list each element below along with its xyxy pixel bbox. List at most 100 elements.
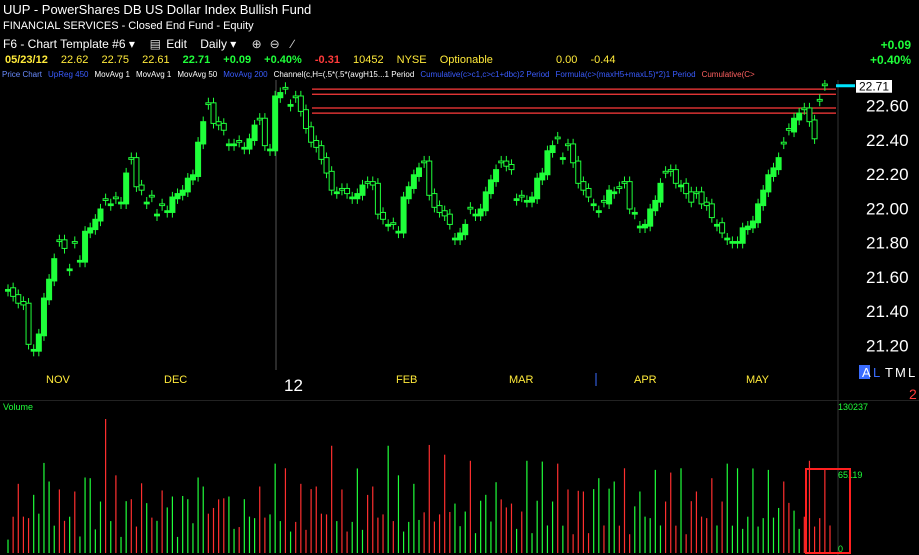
candle-body — [56, 239, 63, 243]
study-label[interactable]: MovAvg 1 — [95, 70, 130, 79]
candle-body — [611, 191, 618, 195]
draw-tool-icon[interactable]: ∕ — [286, 35, 300, 53]
candle-body — [231, 143, 238, 147]
quote-bar: 05/23/12 22.62 22.75 22.61 22.71 +0.09 +… — [0, 53, 919, 68]
candle-body — [657, 182, 664, 203]
candle-body — [713, 223, 720, 227]
candle-body — [595, 210, 602, 213]
candle-body — [102, 198, 109, 201]
month-label: MAY — [746, 374, 770, 386]
candle-body — [107, 203, 114, 207]
candle-body — [138, 184, 145, 191]
study-label[interactable]: Cumulative(C> — [702, 70, 755, 79]
study-label[interactable]: MovAvg 200 — [223, 70, 267, 79]
candle-body — [46, 278, 53, 301]
study-label[interactable]: MovAvg 1 — [136, 70, 171, 79]
candle-body — [374, 182, 381, 215]
candle-body — [821, 83, 828, 87]
candle-body — [467, 206, 474, 210]
candle-body — [503, 160, 510, 167]
month-label: MAR — [509, 374, 534, 386]
template-selector[interactable]: F6 - Chart Template #6 ▾ — [3, 35, 135, 53]
candle-body — [529, 196, 536, 203]
edit-button[interactable]: ▤ Edit — [148, 35, 187, 53]
candle-body — [241, 146, 248, 150]
candle-body — [308, 126, 315, 143]
quote-neg: -0.31 — [314, 54, 340, 66]
zoom-in-icon[interactable]: ⊕ — [250, 35, 264, 53]
candle-body — [15, 294, 22, 304]
candle-body — [693, 191, 700, 195]
candle-body — [559, 157, 566, 160]
study-label[interactable]: Price Chart — [2, 70, 42, 79]
zoom-controls: ⊕ ⊖ ∕ — [250, 35, 304, 53]
candle-body — [636, 225, 643, 229]
volume-chart[interactable]: Volume 130237651190 — [0, 400, 919, 555]
candle-body — [451, 237, 458, 241]
candle-body — [210, 102, 217, 124]
candle-body — [678, 184, 685, 188]
study-label[interactable]: Formula(c>(maxH5+maxL5)*2)1 Period — [556, 70, 696, 79]
study-label[interactable]: Channel(c,H=(.5*(.5*(avgH15...1 Period — [274, 70, 415, 79]
chevron-down-icon: ▾ — [128, 37, 135, 51]
candle-body — [76, 259, 83, 263]
candle-body — [760, 189, 767, 207]
m-letter[interactable]: M — [895, 365, 906, 380]
candle-body — [313, 140, 320, 148]
quote-open: 22.62 — [60, 54, 89, 66]
price-axis-label: 22.60 — [866, 97, 909, 116]
quote-change: +0.09 — [223, 54, 252, 66]
candle-body — [477, 208, 484, 217]
candle-body — [698, 191, 705, 205]
candle-body — [801, 107, 808, 111]
candle-body — [123, 172, 130, 205]
candle-body — [118, 201, 125, 205]
candle-body — [112, 196, 119, 200]
candle-body — [811, 119, 818, 140]
study-label[interactable]: UpReg 450 — [48, 70, 88, 79]
candle-body — [153, 213, 160, 217]
candle-body — [215, 121, 222, 126]
candle-body — [5, 289, 11, 292]
a-letter[interactable]: A — [862, 365, 871, 380]
quote-v2: -0.44 — [590, 54, 616, 66]
candle-body — [195, 141, 202, 177]
candle-body — [791, 117, 798, 133]
t-letter[interactable]: T — [885, 365, 893, 380]
quote-pct: +0.40% — [264, 54, 302, 66]
candle-body — [169, 196, 176, 213]
candle-body — [765, 174, 772, 193]
study-label[interactable]: Cumulative(c>c1,c>c1+dbc)2 Period — [420, 70, 549, 79]
candle-body — [261, 117, 268, 147]
l2-letter[interactable]: L — [908, 365, 915, 380]
candle-body — [703, 201, 710, 207]
candle-body — [236, 140, 243, 143]
price-chart[interactable]: 22.60 22.40 22.20 22.00 21.80 21.60 21.40 21.20… — [0, 80, 919, 400]
candle-body — [66, 268, 73, 272]
last-price-text: 22.71 — [859, 80, 889, 94]
candle-body — [364, 181, 371, 184]
candle-body — [71, 241, 78, 244]
candle-body — [51, 258, 58, 282]
candle-body — [225, 143, 232, 147]
study-label[interactable]: MovAvg 50 — [177, 70, 217, 79]
l-letter[interactable]: L — [873, 365, 880, 380]
window-title-bar: UUP - PowerShares DB US Dollar Index Bul… — [0, 0, 919, 19]
quote-optionable: Optionable — [439, 54, 493, 66]
highlight-box — [805, 468, 851, 554]
candle-body — [174, 193, 181, 200]
candle-body — [380, 211, 387, 220]
candle-body — [493, 169, 500, 183]
candle-body — [256, 117, 263, 121]
candle-body — [734, 241, 741, 244]
year-label: 12 — [284, 376, 303, 395]
candle-body — [539, 172, 546, 181]
candle-body — [20, 300, 27, 306]
candle-body — [133, 157, 140, 188]
candle-body — [590, 203, 597, 207]
candle-body — [549, 145, 556, 154]
period-selector[interactable]: Daily ▾ — [200, 35, 236, 53]
candle-body — [575, 160, 582, 184]
zoom-out-icon[interactable]: ⊖ — [268, 35, 282, 53]
candle-body — [446, 213, 453, 225]
